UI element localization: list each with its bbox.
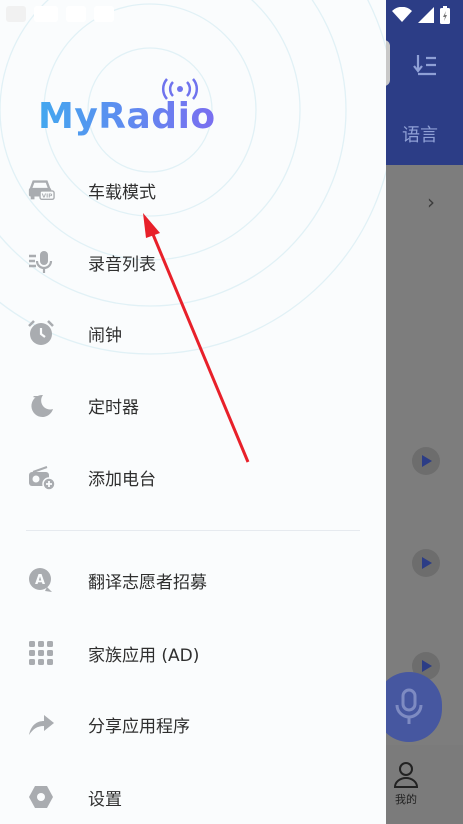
- svg-text:VIP: VIP: [42, 193, 53, 199]
- play-button[interactable]: [412, 447, 440, 475]
- menu-item-timer[interactable]: Z 定时器: [0, 375, 386, 435]
- sleep-timer-icon: Z: [27, 391, 55, 419]
- menu-label: 闹钟: [88, 325, 122, 346]
- play-button[interactable]: [412, 549, 440, 577]
- share-icon: [27, 710, 55, 738]
- menu-label: 添加电台: [88, 469, 156, 490]
- menu-divider: [26, 530, 360, 531]
- add-radio-icon: [27, 463, 55, 491]
- battery-icon: [440, 6, 450, 24]
- status-notifications: [6, 6, 114, 22]
- svg-text:Z: Z: [33, 395, 40, 406]
- wifi-icon: [392, 7, 412, 22]
- menu-label: 家族应用 (AD): [88, 645, 200, 666]
- cell-signal-icon: [418, 7, 434, 23]
- menu-item-alarm[interactable]: 闹钟: [0, 303, 386, 363]
- menu-item-add-station[interactable]: 添加电台: [0, 447, 386, 507]
- notification-icon: [94, 6, 114, 22]
- nav-mine[interactable]: 我的: [386, 760, 426, 807]
- language-tab[interactable]: 语言: [402, 121, 438, 147]
- menu-label: 分享应用程序: [88, 716, 190, 737]
- mic-list-icon: [27, 248, 55, 276]
- apps-grid-icon: [27, 639, 55, 667]
- menu-label: 录音列表: [88, 254, 156, 275]
- settings-icon: [27, 783, 55, 811]
- car-vip-icon: VIP: [27, 176, 55, 204]
- status-system-icons: [392, 6, 450, 24]
- app-logo-text: MyRadio: [38, 96, 216, 137]
- sort-icon[interactable]: [412, 52, 438, 78]
- menu-label: 设置: [88, 789, 122, 810]
- nav-mine-label: 我的: [395, 793, 417, 806]
- menu-label: 定时器: [88, 397, 139, 418]
- user-icon: [393, 762, 419, 788]
- notification-icon: [66, 6, 86, 22]
- menu-item-recordings[interactable]: 录音列表: [0, 232, 386, 292]
- menu-item-share-app[interactable]: 分享应用程序: [0, 694, 386, 754]
- svg-text:A: A: [35, 573, 45, 588]
- alarm-clock-icon: [27, 319, 55, 347]
- translate-icon: A: [27, 566, 55, 594]
- play-icon: [422, 660, 432, 672]
- menu-item-translate-volunteers[interactable]: A 翻译志愿者招募: [0, 550, 386, 610]
- menu-item-settings[interactable]: 设置: [0, 767, 386, 824]
- menu-label: 翻译志愿者招募: [88, 572, 207, 593]
- status-bar: [0, 0, 463, 30]
- navigation-drawer: MyRadio VIP 车载模式 录音列表 闹钟 Z 定时器 添加电台 A 翻译…: [0, 0, 386, 824]
- notification-icon: [6, 6, 26, 22]
- microphone-icon: [395, 688, 423, 724]
- menu-item-family-apps[interactable]: 家族应用 (AD): [0, 623, 386, 683]
- play-icon: [422, 455, 432, 467]
- chevron-right-icon[interactable]: ›: [427, 190, 435, 214]
- notification-icon: [34, 6, 58, 22]
- menu-label: 车载模式: [88, 182, 156, 203]
- menu-item-car-mode[interactable]: VIP 车载模式: [0, 160, 386, 220]
- play-icon: [422, 557, 432, 569]
